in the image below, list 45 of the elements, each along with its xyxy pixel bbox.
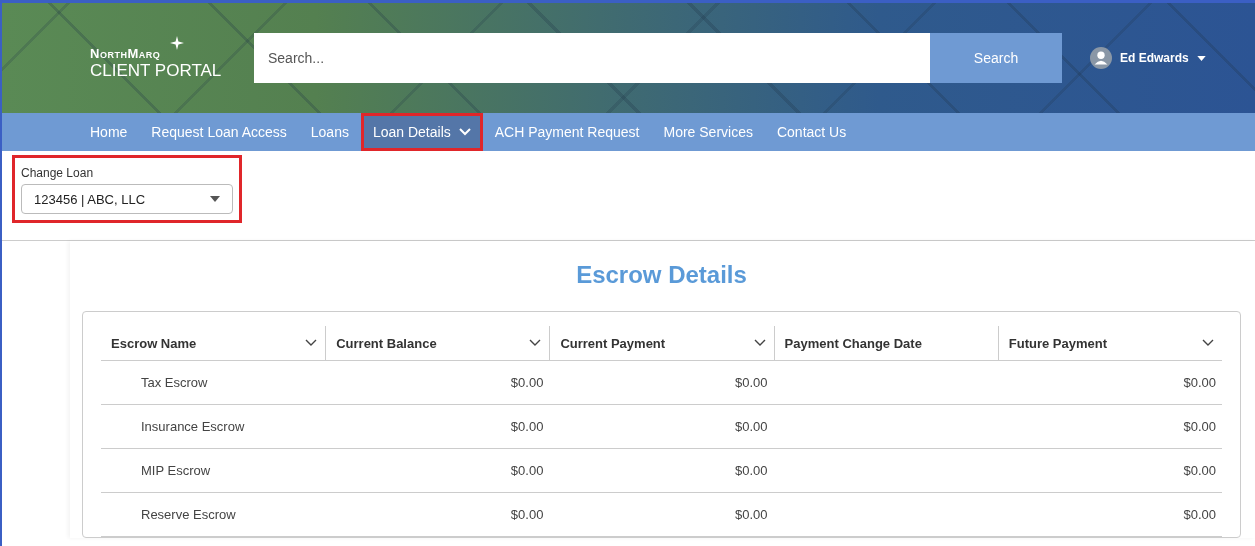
nav-link[interactable]: Loan Details	[360, 113, 483, 151]
column-header[interactable]: Current Balance	[325, 326, 550, 361]
table-cell: $0.00	[510, 375, 544, 390]
table-cell: $0.00	[735, 375, 768, 390]
chevron-icon[interactable]	[305, 339, 318, 347]
change-loan-label: Change Loan	[21, 166, 95, 180]
nav-link[interactable]: More Services	[651, 113, 765, 151]
column-header[interactable]: Escrow Name	[101, 326, 326, 361]
user-name[interactable]: Ed Edwards	[1120, 51, 1189, 65]
table-cell: Reserve Escrow	[141, 507, 236, 522]
table-cell: $0.00	[1183, 507, 1216, 522]
table-cell: Tax Escrow	[141, 375, 208, 390]
chevron-icon[interactable]	[529, 339, 542, 347]
search-button[interactable]: Search	[930, 33, 1062, 83]
column-header[interactable]: Current Payment	[549, 326, 774, 361]
table-cell: $0.00	[735, 419, 768, 434]
nav-link[interactable]: ACH Payment Request	[482, 113, 652, 151]
caret-icon[interactable]	[210, 196, 220, 202]
nav-link[interactable]: Home	[78, 113, 140, 151]
column-header[interactable]: Payment Change Date	[773, 326, 998, 361]
table-cell: $0.00	[1183, 463, 1216, 478]
logo-wordmark: NorthMarq	[90, 45, 162, 61]
loan-dropdown[interactable]: 123456 | ABC, LLC	[21, 184, 233, 214]
column-header[interactable]: Future Payment	[997, 326, 1222, 361]
chevron-icon[interactable]	[1202, 339, 1214, 347]
nav-link[interactable]: Contact Us	[764, 113, 859, 151]
nav-link[interactable]: Request Loan Access	[139, 113, 299, 151]
table-cell: $0.00	[510, 463, 544, 478]
caret-icon[interactable]	[1196, 55, 1206, 61]
logo[interactable]: NorthMarq CLIENT PORTAL	[90, 35, 222, 81]
table-cell: $0.00	[510, 419, 544, 434]
user-avatar-icon[interactable]	[1090, 47, 1112, 69]
chevron-icon[interactable]	[753, 339, 766, 347]
table-cell: $0.00	[735, 463, 768, 478]
table-cell: $0.00	[1183, 419, 1216, 434]
table-cell: $0.00	[1183, 375, 1216, 390]
logo-subtitle: CLIENT PORTAL	[90, 60, 222, 81]
table-cell: MIP Escrow	[141, 463, 211, 478]
table-cell: $0.00	[735, 507, 768, 522]
search-field[interactable]: Search...	[254, 33, 930, 83]
page-title: Escrow Details	[575, 260, 748, 290]
table-cell: Insurance Escrow	[141, 419, 245, 434]
nav-link[interactable]: Loans	[298, 113, 361, 151]
table-cell: $0.00	[510, 507, 544, 522]
star-icon	[170, 35, 184, 50]
